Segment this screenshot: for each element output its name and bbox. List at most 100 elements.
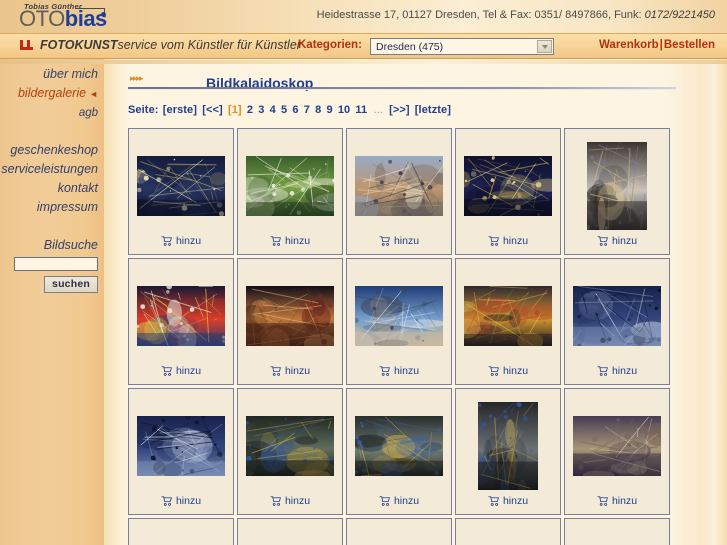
thumbnail-image[interactable] bbox=[137, 416, 225, 476]
thumbnail-image-link[interactable] bbox=[460, 137, 556, 235]
sidebar-item-impressum[interactable]: impressum bbox=[0, 199, 108, 216]
sidebar-item-label: bildergalerie bbox=[17, 86, 87, 100]
site-logo[interactable]: Tobias Günther OTObias bbox=[8, 1, 128, 33]
thumbnail-cell[interactable]: hinzu bbox=[346, 518, 452, 545]
thumbnail-cell[interactable]: hinzu bbox=[564, 518, 670, 545]
pagination-page-3[interactable]: 3 bbox=[254, 104, 265, 116]
pagination-page-7[interactable]: 7 bbox=[300, 104, 311, 116]
thumbnail-image[interactable] bbox=[355, 286, 443, 346]
thumbnail-image[interactable] bbox=[246, 156, 334, 216]
thumbnail-image-link[interactable] bbox=[351, 267, 447, 365]
pagination-page-11[interactable]: 11 bbox=[351, 104, 368, 116]
add-to-cart-link[interactable]: hinzu bbox=[161, 365, 201, 378]
thumbnail-image-link[interactable] bbox=[569, 397, 665, 495]
thumbnail-image-link[interactable] bbox=[133, 397, 229, 495]
thumbnail-image-link[interactable] bbox=[133, 267, 229, 365]
pagination-page-2[interactable]: 2 bbox=[243, 104, 254, 116]
thumbnail-cell[interactable]: hinzu bbox=[455, 388, 561, 515]
thumbnail-image-link[interactable] bbox=[569, 267, 665, 365]
thumbnail-cell[interactable]: hinzu bbox=[346, 128, 452, 255]
pagination-prev[interactable]: [<<] bbox=[201, 104, 224, 116]
thumbnail-image-link[interactable] bbox=[460, 397, 556, 495]
thumbnail-image-link[interactable] bbox=[242, 397, 338, 495]
thumbnail-cell[interactable]: hinzu bbox=[128, 128, 234, 255]
thumbnail-cell[interactable]: hinzu bbox=[455, 518, 561, 545]
warenkorb-link[interactable]: Warenkorb bbox=[599, 39, 659, 51]
add-to-cart-link[interactable]: hinzu bbox=[161, 495, 201, 508]
add-to-cart-link[interactable]: hinzu bbox=[488, 365, 528, 378]
thumbnail-image[interactable] bbox=[478, 402, 538, 490]
pagination-page-8[interactable]: 8 bbox=[311, 104, 322, 116]
pagination-page-5[interactable]: 5 bbox=[277, 104, 288, 116]
search-input[interactable] bbox=[14, 257, 98, 271]
thumbnail-cell[interactable]: hinzu bbox=[455, 128, 561, 255]
thumbnail-image[interactable] bbox=[587, 142, 647, 230]
add-to-cart-link[interactable]: hinzu bbox=[270, 365, 310, 378]
thumbnail-image-link[interactable] bbox=[569, 137, 665, 235]
thumbnail-cell[interactable]: hinzu bbox=[237, 388, 343, 515]
pagination-page-6[interactable]: 6 bbox=[288, 104, 299, 116]
thumbnail-cell[interactable]: hinzu bbox=[237, 518, 343, 545]
add-to-cart-link[interactable]: hinzu bbox=[597, 365, 637, 378]
pagination-page-4[interactable]: 4 bbox=[265, 104, 276, 116]
thumbnail-cell[interactable]: hinzu bbox=[237, 258, 343, 385]
thumbnail-image-link[interactable] bbox=[133, 137, 229, 235]
sidebar-item-kontakt[interactable]: kontakt bbox=[0, 180, 108, 197]
thumbnail-image[interactable] bbox=[137, 156, 225, 216]
thumbnail-cell[interactable]: hinzu bbox=[128, 388, 234, 515]
thumbnail-cell[interactable]: hinzu bbox=[455, 258, 561, 385]
thumbnail-image-link[interactable] bbox=[133, 527, 229, 545]
thumbnail-cell[interactable]: hinzu bbox=[564, 128, 670, 255]
add-to-cart-link[interactable]: hinzu bbox=[488, 235, 528, 248]
category-select[interactable]: Dresden (475) bbox=[370, 38, 554, 55]
thumbnail-cell[interactable]: hinzu bbox=[346, 258, 452, 385]
pagination-first[interactable]: [erste] bbox=[162, 104, 198, 116]
thumbnail-image-link[interactable] bbox=[351, 397, 447, 495]
sidebar-item-agb[interactable]: agb bbox=[0, 105, 108, 122]
thumbnail-image-link[interactable] bbox=[242, 267, 338, 365]
sidebar-item-ueber-mich[interactable]: über mich bbox=[0, 66, 108, 83]
pagination-page-9[interactable]: 9 bbox=[322, 104, 333, 116]
thumbnail-image[interactable] bbox=[355, 156, 443, 216]
thumbnail-image[interactable] bbox=[246, 416, 334, 476]
thumbnail-cell[interactable]: hinzu bbox=[237, 128, 343, 255]
chevron-down-icon[interactable] bbox=[537, 40, 552, 53]
thumbnail-cell[interactable]: hinzu bbox=[564, 258, 670, 385]
thumbnail-image[interactable] bbox=[573, 286, 661, 346]
thumbnail-image[interactable] bbox=[464, 156, 552, 216]
add-to-cart-link[interactable]: hinzu bbox=[379, 365, 419, 378]
thumbnail-image-link[interactable] bbox=[460, 267, 556, 365]
add-to-cart-link[interactable]: hinzu bbox=[379, 495, 419, 508]
sidebar-item-geschenkeshop[interactable]: geschenkeshop bbox=[0, 142, 108, 159]
thumbnail-image[interactable] bbox=[355, 416, 443, 476]
thumbnail-image-link[interactable] bbox=[242, 527, 338, 545]
add-to-cart-link[interactable]: hinzu bbox=[270, 495, 310, 508]
thumbnail-cell[interactable]: hinzu bbox=[128, 518, 234, 545]
categories-label: Kategorien: bbox=[298, 39, 362, 51]
add-to-cart-link[interactable]: hinzu bbox=[488, 495, 528, 508]
add-to-cart-link[interactable]: hinzu bbox=[270, 235, 310, 248]
thumbnail-image[interactable] bbox=[573, 416, 661, 476]
add-to-cart-link[interactable]: hinzu bbox=[597, 495, 637, 508]
pagination-next[interactable]: [>>] bbox=[388, 104, 411, 116]
add-to-cart-link[interactable]: hinzu bbox=[161, 235, 201, 248]
thumbnail-image[interactable] bbox=[464, 286, 552, 346]
thumbnail-cell[interactable]: hinzu bbox=[128, 258, 234, 385]
sidebar-item-bildergalerie[interactable]: bildergalerie ◄ bbox=[0, 85, 108, 103]
search-submit-button[interactable]: suchen bbox=[44, 276, 98, 293]
thumbnail-image-link[interactable] bbox=[351, 527, 447, 545]
add-to-cart-link[interactable]: hinzu bbox=[379, 235, 419, 248]
thumbnail-image-link[interactable] bbox=[460, 527, 556, 545]
thumbnail-image-link[interactable] bbox=[569, 527, 665, 545]
thumbnail-image-link[interactable] bbox=[351, 137, 447, 235]
thumbnail-cell[interactable]: hinzu bbox=[346, 388, 452, 515]
thumbnail-image-link[interactable] bbox=[242, 137, 338, 235]
pagination-last[interactable]: [letzte] bbox=[414, 104, 452, 116]
thumbnail-image[interactable] bbox=[246, 286, 334, 346]
pagination-page-10[interactable]: 10 bbox=[334, 104, 352, 116]
add-to-cart-link[interactable]: hinzu bbox=[597, 235, 637, 248]
thumbnail-image[interactable] bbox=[137, 286, 225, 346]
bestellen-link[interactable]: Bestellen bbox=[664, 39, 715, 51]
sidebar-item-serviceleistungen[interactable]: serviceleistungen bbox=[0, 161, 108, 178]
thumbnail-cell[interactable]: hinzu bbox=[564, 388, 670, 515]
